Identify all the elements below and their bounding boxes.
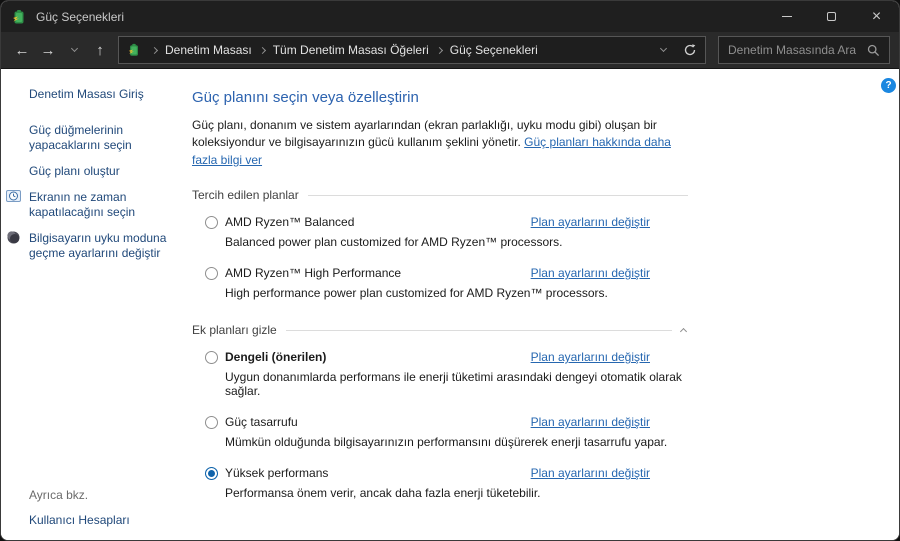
chevron-down-icon <box>659 44 667 53</box>
plan-description: Balanced power plan customized for AMD R… <box>225 235 563 250</box>
sidebar-item-create-plan[interactable]: Güç planı oluştur <box>29 164 181 179</box>
breadcrumb-separator-icon <box>435 46 443 54</box>
group-divider <box>285 329 672 331</box>
back-icon: ← <box>14 41 30 59</box>
plan-name[interactable]: AMD Ryzen™ Balanced <box>225 215 354 229</box>
breadcrumb-separator-icon <box>258 46 266 54</box>
maximize-button[interactable] <box>809 1 854 32</box>
recent-pages-button[interactable] <box>61 36 87 64</box>
breadcrumb-control-panel[interactable]: Denetim Masası <box>164 43 253 57</box>
address-bar[interactable]: Denetim Masası Tüm Denetim Masası Öğeler… <box>118 36 706 64</box>
collapse-chevron-up-icon[interactable] <box>679 328 688 336</box>
plan-description: Performansa önem verir, ancak daha fazla… <box>225 486 541 501</box>
plan-description: Mümkün olduğunda bilgisayarınızın perfor… <box>225 435 668 450</box>
forward-icon: → <box>40 41 56 59</box>
plan-name[interactable]: AMD Ryzen™ High Performance <box>225 266 401 280</box>
window-title: Güç Seçenekleri <box>36 9 125 24</box>
minimize-icon <box>781 16 792 17</box>
sidebar-item-sleep-settings[interactable]: Bilgisayarın uyku moduna geçme ayarların… <box>7 231 181 261</box>
refresh-icon <box>684 44 696 56</box>
page-title: Güç planını seçin veya özelleştirin <box>192 89 419 106</box>
change-plan-settings-link[interactable]: Plan ayarlarını değiştir <box>531 266 650 280</box>
minimize-button[interactable] <box>764 1 809 32</box>
plan-name[interactable]: Yüksek performans <box>225 466 328 480</box>
radio-high-performance[interactable] <box>205 466 218 480</box>
intro-paragraph: Güç planı, donanım ve sistem ayarlarında… <box>192 117 684 169</box>
sidebar-item-display-off[interactable]: Ekranın ne zaman kapatılacağını seçin <box>6 190 181 220</box>
sleep-moon-icon <box>7 231 20 244</box>
close-icon: × <box>871 7 882 25</box>
sidebar-item-user-accounts[interactable]: Kullanıcı Hesapları <box>29 513 130 527</box>
plan-row-power-saver: Güç tasarrufu Plan ayarlarını değiştir M… <box>192 415 688 449</box>
change-plan-settings-link[interactable]: Plan ayarlarını değiştir <box>531 350 650 364</box>
forward-button[interactable]: → <box>35 36 61 64</box>
content-area: ? Denetim Masası Giriş Güç düğmelerinin … <box>1 69 899 540</box>
breadcrumb-power-options[interactable]: Güç Seçenekleri <box>449 43 539 57</box>
power-options-app-icon <box>13 9 24 23</box>
plan-name[interactable]: Dengeli (önerilen) <box>225 350 326 364</box>
change-plan-settings-link[interactable]: Plan ayarlarını değiştir <box>531 466 650 480</box>
help-button[interactable]: ? <box>881 78 896 93</box>
plan-row-high-performance: Yüksek performans Plan ayarlarını değişt… <box>192 466 688 500</box>
radio-power-saver[interactable] <box>205 415 218 429</box>
additional-plans-header: Ek planları gizle <box>192 323 688 337</box>
help-icon: ? <box>885 80 892 91</box>
sidebar-item-label: Ekranın ne zaman kapatılacağını seçin <box>29 190 136 219</box>
close-button[interactable]: × <box>854 1 899 32</box>
plan-description: High performance power plan customized f… <box>225 286 608 301</box>
breadcrumb-separator-icon <box>150 46 159 54</box>
chevron-down-icon <box>70 44 78 53</box>
sidebar-item-label: Bilgisayarın uyku moduna geçme ayarların… <box>29 231 167 260</box>
search-box <box>718 36 890 64</box>
sidebar-item-control-panel-home[interactable]: Denetim Masası Giriş <box>29 87 186 101</box>
see-also-label: Ayrıca bkz. <box>29 488 89 502</box>
search-icon[interactable] <box>867 44 880 57</box>
search-input[interactable] <box>719 43 863 57</box>
radio-amd-high-performance[interactable] <box>205 266 218 280</box>
group-divider <box>307 194 688 196</box>
plan-row-amd-high-performance: AMD Ryzen™ High Performance Plan ayarlar… <box>192 266 688 300</box>
see-also-section: Ayrıca bkz. Kullanıcı Hesapları <box>29 488 130 527</box>
plan-name[interactable]: Güç tasarrufu <box>225 415 298 429</box>
change-plan-settings-link[interactable]: Plan ayarlarını değiştir <box>531 415 650 429</box>
navigation-bar: ← → ↑ Denetim Masası Tüm Denetim Masası … <box>1 32 899 69</box>
up-icon: ↑ <box>96 41 104 59</box>
group-title: Ek planları gizle <box>192 323 277 338</box>
back-button[interactable]: ← <box>9 36 35 64</box>
sidebar-item-power-buttons[interactable]: Güç düğmelerinin yapacaklarını seçin <box>29 123 181 153</box>
plan-description: Uygun donanımlarda performans ile enerji… <box>225 370 682 399</box>
sidebar: Denetim Masası Giriş Güç düğmelerinin ya… <box>1 69 186 540</box>
plan-row-balanced: Dengeli (önerilen) Plan ayarlarını değiş… <box>192 350 688 398</box>
radio-amd-balanced[interactable] <box>205 215 218 229</box>
breadcrumb-all-items[interactable]: Tüm Denetim Masası Öğeleri <box>272 43 430 57</box>
display-clock-icon <box>6 190 21 202</box>
change-plan-settings-link[interactable]: Plan ayarlarını değiştir <box>531 215 650 229</box>
preferred-plans-header: Tercih edilen planlar <box>192 188 688 202</box>
titlebar: Güç Seçenekleri × <box>1 1 899 32</box>
maximize-icon <box>827 12 836 21</box>
refresh-button[interactable] <box>675 37 705 63</box>
address-dropdown-button[interactable] <box>651 37 675 63</box>
group-title: Tercih edilen planlar <box>192 188 299 203</box>
window-controls: × <box>764 1 899 32</box>
power-options-breadcrumb-icon <box>128 43 138 56</box>
power-options-window: Güç Seçenekleri × ← → ↑ Denetim Masası T… <box>0 0 900 541</box>
main-panel: Güç planını seçin veya özelleştirin Güç … <box>186 69 688 540</box>
up-button[interactable]: ↑ <box>87 36 113 64</box>
radio-balanced[interactable] <box>205 350 218 364</box>
plan-row-amd-balanced: AMD Ryzen™ Balanced Plan ayarlarını deği… <box>192 215 688 249</box>
